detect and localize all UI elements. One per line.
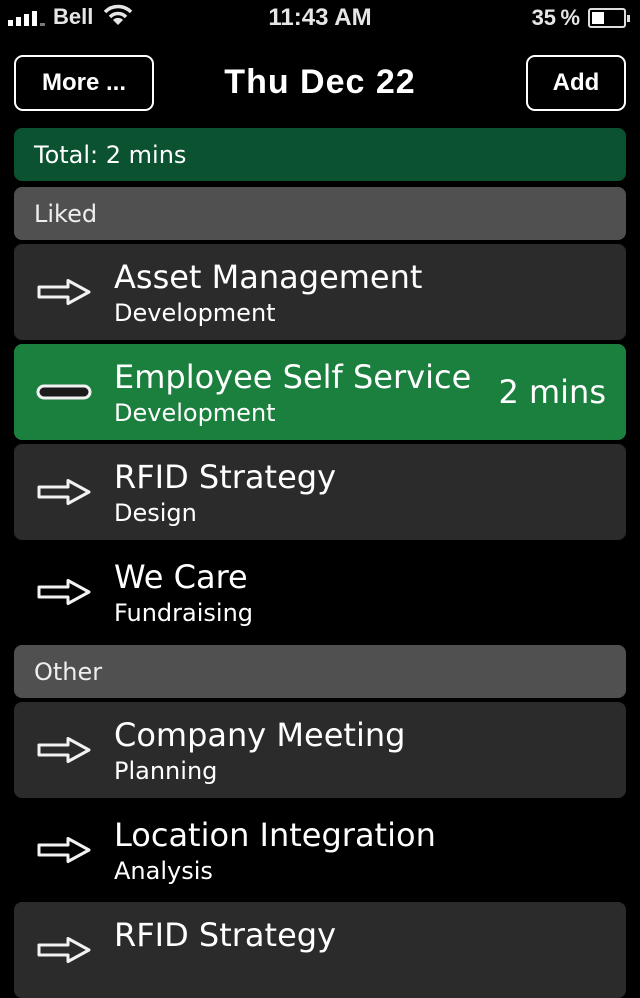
arrow-right-icon[interactable] bbox=[36, 278, 92, 306]
add-button[interactable]: Add bbox=[526, 55, 626, 111]
minus-icon[interactable] bbox=[36, 378, 92, 406]
arrow-right-icon[interactable] bbox=[36, 836, 92, 864]
item-category: Design bbox=[114, 499, 197, 527]
item-category: Development bbox=[114, 299, 276, 327]
item-category: Fundraising bbox=[114, 599, 254, 627]
item-category: Analysis bbox=[114, 857, 213, 885]
item-name: Asset Management bbox=[114, 258, 423, 296]
list-item[interactable]: RFID Strategy bbox=[14, 902, 626, 998]
status-right: 35 % bbox=[532, 5, 630, 31]
battery-level bbox=[592, 12, 604, 24]
list-item[interactable]: Asset Management Development bbox=[14, 244, 626, 340]
section-header-liked: Liked bbox=[14, 187, 626, 240]
arrow-right-icon[interactable] bbox=[36, 736, 92, 764]
item-name: RFID Strategy bbox=[114, 916, 336, 954]
total-banner: Total: 2 mins bbox=[14, 128, 626, 181]
list-item[interactable]: Employee Self Service Development 2 mins bbox=[14, 344, 626, 440]
section-header-other: Other bbox=[14, 645, 626, 698]
status-bar: Bell 11:43 AM 35 % bbox=[0, 0, 640, 40]
battery-tip bbox=[627, 14, 630, 22]
item-category: Development bbox=[114, 399, 276, 427]
item-duration: 2 mins bbox=[498, 373, 606, 411]
arrow-right-icon[interactable] bbox=[36, 478, 92, 506]
item-name: Company Meeting bbox=[114, 716, 406, 754]
list-item[interactable]: Company Meeting Planning bbox=[14, 702, 626, 798]
list-item[interactable]: RFID Strategy Design bbox=[14, 444, 626, 540]
list-item[interactable]: We Care Fundraising bbox=[14, 544, 626, 640]
battery-icon bbox=[588, 8, 626, 28]
battery-percent: 35 % bbox=[531, 5, 580, 30]
item-name: Employee Self Service bbox=[114, 358, 472, 396]
item-category: Planning bbox=[114, 757, 218, 785]
item-name: RFID Strategy bbox=[114, 458, 336, 496]
arrow-right-icon[interactable] bbox=[36, 578, 92, 606]
list-item[interactable]: Location Integration Analysis bbox=[14, 802, 626, 898]
item-name: Location Integration bbox=[114, 816, 436, 854]
item-name: We Care bbox=[114, 558, 248, 596]
